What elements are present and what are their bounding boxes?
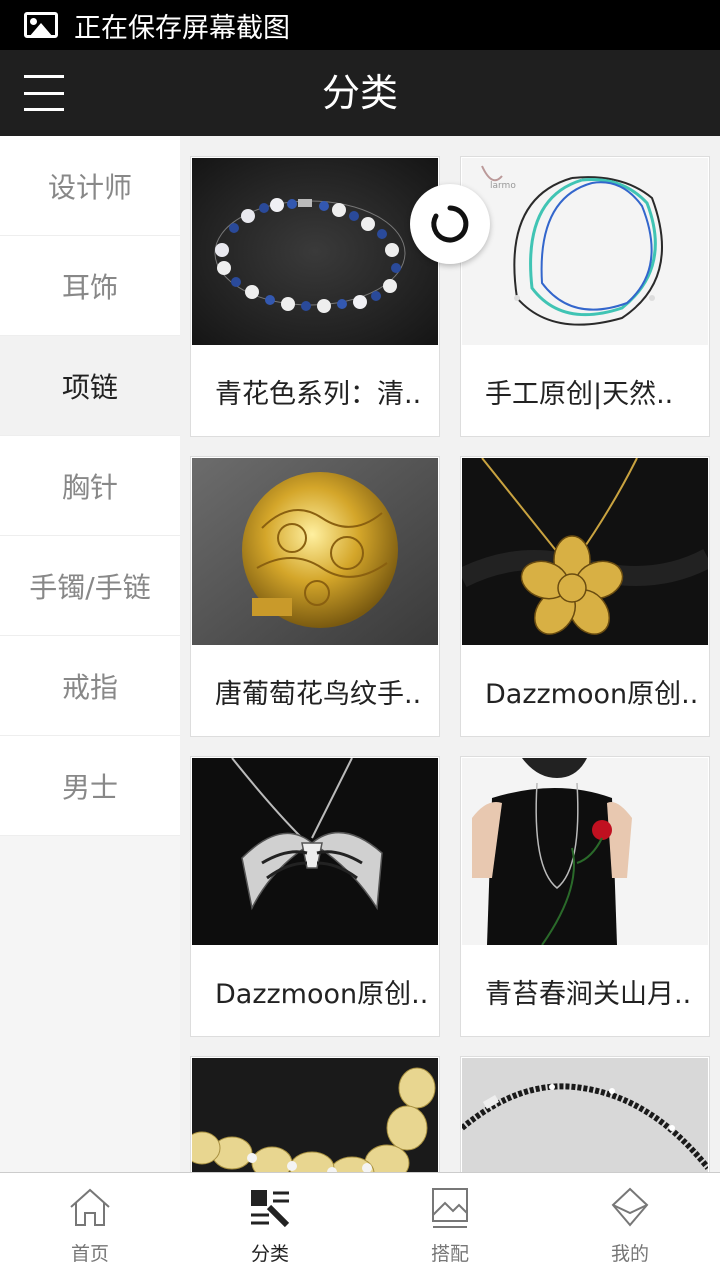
product-image-gold-flower-pendant	[462, 458, 708, 645]
tab-match[interactable]: 搭配	[360, 1173, 540, 1280]
product-grid: 青花色系列：清.. larmo 手工原创|天然.. 唐葡萄花鸟纹手.. Dazz…	[180, 136, 720, 1172]
product-card[interactable]: Dazzmoon原创..	[190, 756, 440, 1037]
spinner-icon	[431, 205, 469, 243]
category-sidebar: 设计师 耳饰 项链 胸针 手镯/手链 戒指 男士	[0, 136, 180, 1172]
product-image-model-necklace	[462, 758, 708, 945]
tab-match-label: 搭配	[430, 1243, 469, 1265]
product-title: Dazzmoon原创..	[215, 978, 429, 1010]
page-title: 分类	[321, 71, 398, 115]
home-icon	[70, 1188, 110, 1226]
svg-text:larmo: larmo	[490, 181, 516, 191]
tab-home-label: 首页	[70, 1243, 109, 1265]
bottom-tab-bar: 首页 分类 搭配 我的	[0, 1172, 720, 1280]
status-bar: 正在保存屏幕截图	[0, 0, 720, 50]
product-title: 手工原创|天然..	[485, 378, 674, 410]
product-card[interactable]	[460, 1056, 710, 1172]
tab-mine[interactable]: 我的	[540, 1173, 720, 1280]
image-frame-icon	[432, 1188, 468, 1228]
sidebar-item-bracelets[interactable]: 手镯/手链	[0, 536, 180, 636]
product-card[interactable]: 唐葡萄花鸟纹手..	[190, 456, 440, 737]
product-image-turquoise-necklace: larmo	[462, 158, 708, 345]
diamond-icon	[611, 1187, 649, 1227]
product-image-silver-pendant	[192, 758, 438, 945]
product-image-gold-filigree	[192, 458, 438, 645]
tab-home[interactable]: 首页	[0, 1173, 180, 1280]
status-text: 正在保存屏幕截图	[74, 12, 290, 44]
product-card[interactable]: 青苔春涧关山月..	[460, 756, 710, 1037]
product-image-citrine-necklace	[192, 1058, 438, 1172]
product-image-black-bead-necklace	[462, 1058, 708, 1172]
product-card[interactable]: Dazzmoon原创..	[460, 456, 710, 737]
product-title: 青花色系列：清..	[215, 378, 422, 410]
tab-mine-label: 我的	[610, 1243, 649, 1265]
product-card[interactable]: 青花色系列：清..	[190, 156, 440, 437]
sidebar-item-necklaces[interactable]: 项链	[0, 336, 180, 436]
screenshot-image-icon	[24, 12, 58, 38]
category-icon	[251, 1190, 290, 1228]
sidebar-item-brooches[interactable]: 胸针	[0, 436, 180, 536]
tab-category-label: 分类	[250, 1243, 289, 1265]
product-card[interactable]	[190, 1056, 440, 1172]
sidebar-item-designer[interactable]: 设计师	[0, 136, 180, 236]
sidebar-item-earrings[interactable]: 耳饰	[0, 236, 180, 336]
product-card[interactable]: larmo 手工原创|天然..	[460, 156, 710, 437]
tab-category[interactable]: 分类	[180, 1173, 360, 1280]
product-title: Dazzmoon原创..	[485, 678, 699, 710]
sidebar-item-men[interactable]: 男士	[0, 736, 180, 836]
product-title: 唐葡萄花鸟纹手..	[215, 678, 422, 710]
product-image-bracelet	[192, 158, 438, 345]
loading-spinner	[410, 184, 490, 264]
product-title: 青苔春涧关山月..	[485, 978, 692, 1010]
sidebar-item-rings[interactable]: 戒指	[0, 636, 180, 736]
app-header: 分类	[0, 50, 720, 136]
